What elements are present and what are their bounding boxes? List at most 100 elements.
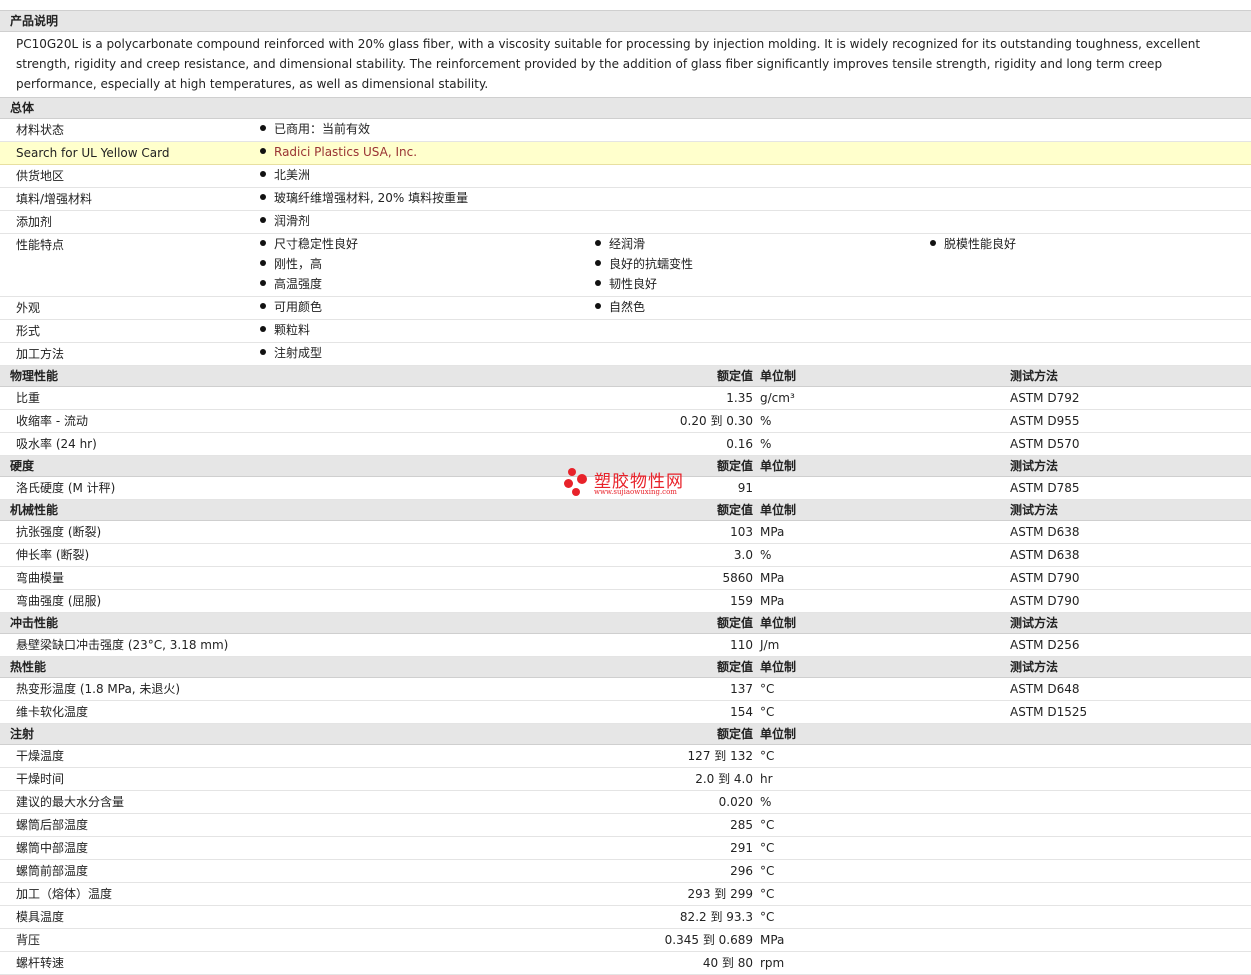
section-header-description: 产品说明: [0, 11, 1251, 32]
bullet-item: 颗粒料: [260, 320, 310, 340]
section-title: 机械性能: [10, 503, 59, 517]
section-header: 冲击性能 额定值 单位制 测试方法: [0, 613, 1251, 634]
test-method: ASTM D790: [1010, 594, 1080, 608]
general-row-filler: 填料/增强材料 玻璃纤维增强材料, 20% 填料按重量: [0, 188, 1251, 211]
test-method: ASTM D638: [1010, 525, 1080, 539]
bullet-icon: [260, 194, 266, 200]
row-label: 形式: [16, 324, 41, 338]
bullet-item: 刚性，高: [260, 254, 358, 274]
method-column-header: 测试方法: [1010, 459, 1059, 473]
property-row: 弯曲强度 (屈服) 159 MPa ASTM D790: [0, 590, 1251, 613]
bullet-item: 可用颜色: [260, 297, 322, 317]
bullet-icon: [260, 240, 266, 246]
unit-column-header: 单位制: [760, 616, 797, 630]
row-label: 材料状态: [16, 123, 65, 137]
property-row: 弯曲模量 5860 MPa ASTM D790: [0, 567, 1251, 590]
bullet-icon: [595, 240, 601, 246]
property-label: 热变形温度 (1.8 MPa, 未退火): [16, 682, 181, 696]
property-label: 比重: [16, 391, 41, 405]
property-row: 螺筒后部温度 285 °C: [0, 814, 1251, 837]
bullet-item: 经润滑: [595, 234, 693, 254]
supplier-link[interactable]: Radici Plastics USA, Inc.: [274, 145, 417, 159]
general-row-region: 供货地区 北美洲: [0, 165, 1251, 188]
test-method: ASTM D638: [1010, 548, 1080, 562]
section-title: 产品说明: [10, 14, 59, 28]
section-header: 注射 额定值 单位制: [0, 724, 1251, 745]
bullet-icon: [260, 280, 266, 286]
bullet-item: 尺寸稳定性良好: [260, 234, 358, 254]
property-value: 0.16: [726, 437, 753, 451]
property-unit: °C: [760, 910, 775, 924]
top-spacer: [0, 0, 1251, 11]
property-value: 82.2 到 93.3: [679, 910, 753, 924]
property-row: 悬壁梁缺口冲击强度 (23°C, 3.18 mm) 110 J/m ASTM D256: [0, 634, 1251, 657]
property-label: 建议的最大水分含量: [16, 795, 125, 809]
ul-yellow-card-label: Search for UL Yellow Card: [16, 146, 170, 160]
property-value: 3.0: [733, 548, 753, 562]
property-row: 加工（熔体）温度 293 到 299 °C: [0, 883, 1251, 906]
bullet-icon: [260, 326, 266, 332]
property-label: 螺筒中部温度: [16, 841, 89, 855]
method-column-header: 测试方法: [1010, 369, 1059, 383]
general-row-ul-yellow-card: Search for UL Yellow Card Radici Plastic…: [0, 142, 1251, 165]
section-title: 总体: [10, 101, 35, 115]
bullet-item[interactable]: Radici Plastics USA, Inc.: [260, 142, 417, 162]
section-header: 物理性能 额定值 单位制 测试方法: [0, 366, 1251, 387]
property-row: 背压 0.345 到 0.689 MPa: [0, 929, 1251, 952]
property-unit: °C: [760, 682, 775, 696]
property-unit: MPa: [760, 525, 785, 539]
property-value: 154: [730, 705, 753, 719]
property-value: 291: [730, 841, 753, 855]
unit-column-header: 单位制: [760, 503, 797, 517]
bullet-item: 脱模性能良好: [930, 234, 1016, 254]
general-row-processing: 加工方法 注射成型: [0, 343, 1251, 366]
value-column-header: 额定值: [716, 459, 753, 473]
test-method: ASTM D256: [1010, 638, 1080, 652]
property-value: 0.20 到 0.30: [679, 414, 753, 428]
property-unit: J/m: [760, 638, 780, 652]
bullet-item: 自然色: [595, 297, 645, 317]
property-label: 伸长率 (断裂): [16, 548, 90, 562]
property-row: 螺筒中部温度 291 °C: [0, 837, 1251, 860]
property-row: 洛氏硬度 (M 计秤) 91 ASTM D785: [0, 477, 1251, 500]
bullet-icon: [930, 240, 936, 246]
property-value: 293 到 299: [687, 887, 753, 901]
general-row-additive: 添加剂 润滑剂: [0, 211, 1251, 234]
method-column-header: 测试方法: [1010, 503, 1059, 517]
bullet-item: 良好的抗蠕变性: [595, 254, 693, 274]
bullet-item: 注射成型: [260, 343, 322, 363]
general-row-features: 性能特点 尺寸稳定性良好 刚性，高 高温强度 经润滑 良好的抗蠕变性 韧性良好 …: [0, 234, 1251, 297]
property-label: 抗张强度 (断裂): [16, 525, 102, 539]
value-column-header: 额定值: [716, 369, 753, 383]
section-title: 物理性能: [10, 369, 59, 383]
value-column-header: 额定值: [716, 660, 753, 674]
property-value: 296: [730, 864, 753, 878]
bullet-item: 润滑剂: [260, 211, 310, 231]
property-value: 137: [730, 682, 753, 696]
property-value: 285: [730, 818, 753, 832]
property-label: 吸水率 (24 hr): [16, 437, 97, 451]
test-method: ASTM D648: [1010, 682, 1080, 696]
property-unit: hr: [760, 772, 773, 786]
property-unit: g/cm³: [760, 391, 795, 405]
row-label: 性能特点: [16, 238, 65, 252]
bullet-icon: [260, 303, 266, 309]
property-label: 模具温度: [16, 910, 65, 924]
general-row-appearance: 外观 可用颜色 自然色: [0, 297, 1251, 320]
row-label: 填料/增强材料: [16, 192, 93, 206]
property-label: 洛氏硬度 (M 计秤): [16, 481, 116, 495]
property-row: 维卡软化温度 154 °C ASTM D1525: [0, 701, 1251, 724]
general-row-form: 形式 颗粒料: [0, 320, 1251, 343]
property-label: 弯曲强度 (屈服): [16, 594, 102, 608]
section-title: 冲击性能: [10, 616, 59, 630]
property-unit: °C: [760, 864, 775, 878]
section-title: 硬度: [10, 459, 35, 473]
property-label: 螺杆转速: [16, 956, 65, 970]
bullet-item: 已商用：当前有效: [260, 119, 370, 139]
property-unit: °C: [760, 887, 775, 901]
property-unit: %: [760, 795, 772, 809]
property-label: 加工（熔体）温度: [16, 887, 113, 901]
bullet-item: 高温强度: [260, 274, 358, 294]
section-header: 硬度 额定值 单位制 测试方法: [0, 456, 1251, 477]
property-row: 建议的最大水分含量 0.020%: [0, 791, 1251, 814]
